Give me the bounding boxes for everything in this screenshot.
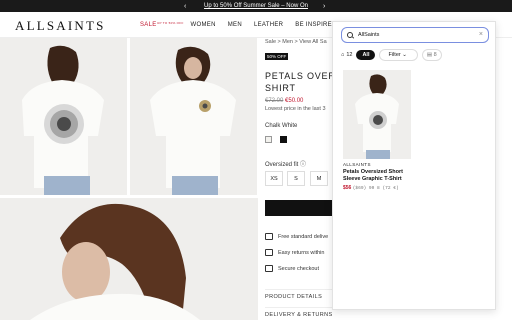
clear-icon[interactable]: × xyxy=(479,31,483,38)
product-image-closeup[interactable] xyxy=(0,198,258,320)
result-card-brand: ALLSAINTS xyxy=(343,162,371,167)
promo-bar: ‹ Up to 50% Off Summer Sale – Now On › xyxy=(0,0,512,12)
price-old: €72.00 xyxy=(265,98,284,104)
feature-delivery: Free standard delive xyxy=(265,233,328,240)
swatch-chalk-white[interactable] xyxy=(265,136,272,143)
add-to-bag-button[interactable] xyxy=(265,200,335,216)
nav-leather[interactable]: LEATHER xyxy=(254,22,283,28)
price-new: €50.00 xyxy=(285,98,304,104)
result-card-illustration xyxy=(343,70,411,159)
result-count[interactable]: ⌂ 12 xyxy=(341,52,352,58)
result-card-price: $56 ($69) 90 8 (72 €) xyxy=(343,185,399,191)
discount-badge: 50% OFF xyxy=(265,53,289,60)
search-input[interactable]: AllSaints xyxy=(358,32,379,38)
model-closeup-illustration xyxy=(0,198,258,320)
filter-row: ⌂ 12 All Filter ⌄ ▤ 8 xyxy=(341,49,489,61)
size-m[interactable]: M xyxy=(310,171,328,186)
nav-be-inspired[interactable]: BE INSPIRED xyxy=(295,22,336,28)
search-results-panel: AllSaints × ⌂ 12 All Filter ⌄ ▤ 8 ALLSAIN… xyxy=(332,21,496,310)
size-xs[interactable]: XS xyxy=(265,171,283,186)
chevron-down-icon: ⌄ xyxy=(402,52,407,58)
fit-label: Oversized fit ⓘ xyxy=(265,162,307,168)
model-back-illustration xyxy=(0,38,127,195)
lowest-price-note: Lowest price in the last 3 xyxy=(265,106,326,112)
search-icon xyxy=(347,32,353,38)
sale-badge: UP TO 50% OFF xyxy=(157,21,184,25)
product-image-back[interactable] xyxy=(0,38,127,195)
size-s[interactable]: S xyxy=(287,171,305,186)
feature-checkout: Secure checkout xyxy=(265,265,319,272)
tag-icon: ⌂ xyxy=(341,52,345,58)
nav-women[interactable]: WOMEN xyxy=(191,22,216,28)
result-card-title[interactable]: Petals Oversized Short Sleeve Graphic T-… xyxy=(343,169,418,183)
filter-all-chip[interactable]: All xyxy=(356,50,376,60)
delivery-icon xyxy=(265,233,273,240)
feature-returns: Easy returns within xyxy=(265,249,324,256)
info-icon[interactable]: ⓘ xyxy=(300,162,306,168)
color-label: Chalk White xyxy=(265,123,298,129)
model-front-illustration xyxy=(130,38,257,195)
filter-button[interactable]: Filter ⌄ xyxy=(379,49,418,61)
main-nav: SALE UP TO 50% OFF WOMEN MEN LEATHER BE I… xyxy=(140,21,337,28)
promo-link[interactable]: Up to 50% Off Summer Sale – Now On xyxy=(204,3,308,9)
product-gallery xyxy=(0,38,258,320)
promo-next-icon[interactable]: › xyxy=(323,3,325,10)
site-logo[interactable]: ALLSAINTS xyxy=(15,18,106,34)
returns-icon xyxy=(265,249,273,256)
accordion-delivery-returns[interactable]: DELIVERY & RETURNS xyxy=(265,307,335,318)
view-toggle[interactable]: ▤ 8 xyxy=(421,49,442,61)
accordion-product-details[interactable]: PRODUCT DETAILS xyxy=(265,289,335,300)
promo-prev-icon[interactable]: ‹ xyxy=(184,3,186,10)
nav-men[interactable]: MEN xyxy=(228,22,242,28)
result-card-image[interactable] xyxy=(343,70,411,159)
price-block: €72.00 €50.00 xyxy=(265,98,303,104)
grid-icon: ▤ xyxy=(426,52,433,58)
breadcrumb[interactable]: Sale > Men > View All Sa xyxy=(265,39,327,45)
nav-sale[interactable]: SALE UP TO 50% OFF xyxy=(140,21,183,28)
card-icon xyxy=(265,265,273,272)
search-bar[interactable]: AllSaints × xyxy=(341,27,489,43)
product-image-front[interactable] xyxy=(130,38,257,195)
swatch-black[interactable] xyxy=(280,136,287,143)
daisy-graphic xyxy=(44,104,84,144)
